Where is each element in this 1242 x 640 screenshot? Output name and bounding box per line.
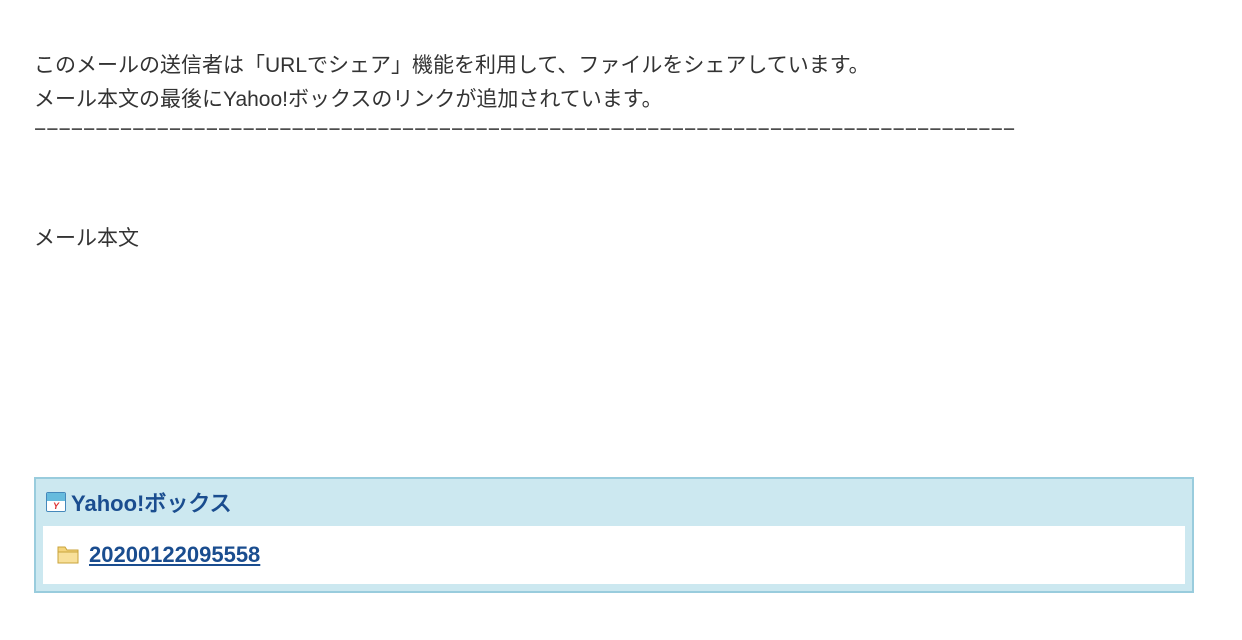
share-notice-line2: メール本文の最後にYahoo!ボックスのリンクが追加されています。 bbox=[34, 84, 1208, 116]
share-notice-line1: このメールの送信者は「URLでシェア」機能を利用して、ファイルをシェアしています… bbox=[34, 50, 1208, 82]
shared-file-link[interactable]: 20200122095558 bbox=[89, 542, 260, 568]
yahoo-box-icon: Y bbox=[46, 492, 66, 512]
yahoo-box-title: Yahoo!ボックス bbox=[71, 486, 232, 518]
divider: −−−−−−−−−−−−−−−−−−−−−−−−−−−−−−−−−−−−−−−−… bbox=[34, 117, 1208, 142]
yahoo-box-content: 20200122095558 bbox=[43, 526, 1185, 584]
mail-body-label: メール本文 bbox=[34, 222, 1208, 252]
yahoo-box-widget: Y Yahoo!ボックス 20200122095558 bbox=[34, 477, 1194, 593]
yahoo-box-header: Y Yahoo!ボックス bbox=[36, 479, 1192, 526]
folder-icon bbox=[57, 546, 79, 564]
